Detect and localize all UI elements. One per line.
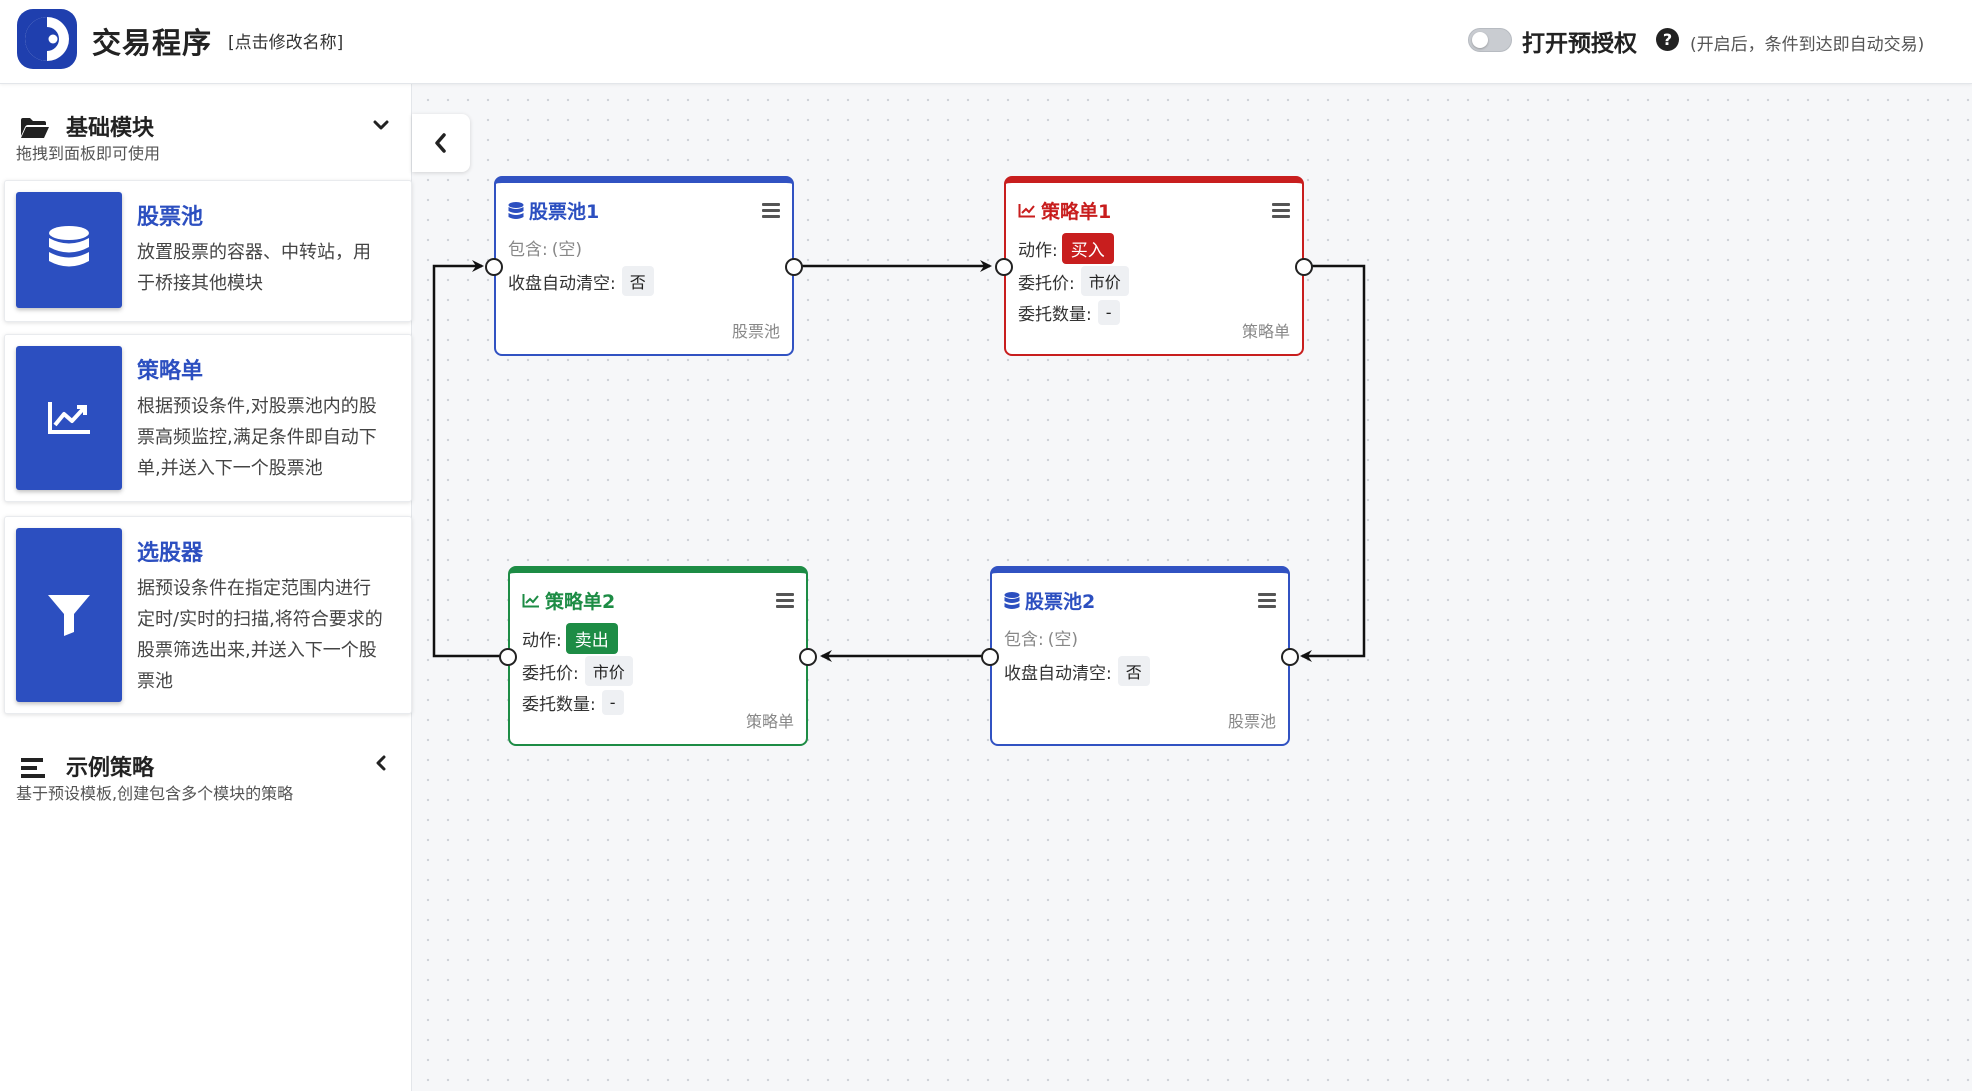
app-header: 交易程序 [点击修改名称] 打开预授权 ? (开启后，条件到达即自动交易)	[0, 0, 1972, 84]
basic-modules-title: 基础模块	[66, 116, 155, 141]
node-menu-icon[interactable]	[1258, 593, 1276, 608]
action-buy-badge: 买入	[1061, 233, 1114, 264]
database-icon	[1004, 591, 1020, 609]
node-menu-icon[interactable]	[1272, 203, 1290, 218]
module-card-stock-screener[interactable]: 选股器 据预设条件在指定范围内进行定时/实时的扫描,将符合要求的股票筛选出来,并…	[4, 516, 412, 714]
filter-icon	[16, 528, 122, 702]
database-icon	[508, 201, 524, 219]
autoclear-value: 否	[1117, 656, 1150, 686]
card-description: 放置股票的容器、中转站，用于桥接其他模块	[137, 242, 371, 294]
output-port[interactable]	[799, 648, 817, 666]
quantity-label: 委托数量:	[522, 695, 596, 715]
action-sell-badge: 卖出	[565, 623, 618, 654]
app-logo-icon	[17, 9, 77, 69]
sidebar: 基础模块 拖拽到面板即可使用 股票池 放置股票的容器、中转站，用于桥接其他模块 …	[0, 84, 412, 1091]
basic-modules-subtitle: 拖拽到面板即可使用	[16, 144, 161, 163]
node-title: 策略单1	[1041, 201, 1112, 223]
input-port[interactable]	[995, 258, 1013, 276]
chart-line-icon	[1018, 204, 1035, 218]
example-strategies-subtitle: 基于预设模板,创建包含多个模块的策略	[16, 784, 294, 803]
example-strategies-title: 示例策略	[66, 756, 155, 781]
pre-authorization-toggle[interactable]	[1468, 28, 1512, 52]
action-label: 动作:	[1018, 241, 1058, 261]
card-description: 据预设条件在指定范围内进行定时/实时的扫描,将符合要求的股票筛选出来,并送入下一…	[137, 578, 383, 692]
output-port[interactable]	[785, 258, 803, 276]
node-title: 策略单2	[545, 591, 616, 613]
card-title: 股票池	[137, 205, 204, 230]
card-title: 选股器	[137, 541, 204, 566]
output-port[interactable]	[1281, 648, 1299, 666]
autoclear-value: 否	[621, 266, 654, 296]
node-menu-icon[interactable]	[762, 203, 780, 218]
input-port[interactable]	[981, 648, 999, 666]
node-title: 股票池1	[529, 201, 600, 223]
help-icon[interactable]: ?	[1656, 28, 1679, 51]
collapse-sidebar-button[interactable]	[412, 114, 470, 172]
node-title: 股票池2	[1025, 591, 1096, 613]
contains-value: (空)	[551, 240, 582, 260]
input-port[interactable]	[485, 258, 503, 276]
action-label: 动作:	[522, 631, 562, 651]
price-value: 市价	[1080, 266, 1129, 296]
card-description: 根据预设条件,对股票池内的股票高频监控,满足条件即自动下单,并送入下一个股票池	[137, 396, 377, 479]
database-icon	[16, 192, 122, 308]
contains-value: (空)	[1047, 630, 1078, 650]
contains-label: 包含:	[1004, 630, 1044, 650]
price-label: 委托价:	[522, 663, 579, 684]
chevron-down-icon[interactable]	[372, 118, 390, 132]
chart-line-icon	[522, 594, 539, 608]
node-strategy-1[interactable]: 策略单1 动作: 买入 委托价: 市价 委托数量: - 策略单	[995, 176, 1313, 356]
rename-link[interactable]: [点击修改名称]	[228, 28, 343, 53]
output-port[interactable]	[1295, 258, 1313, 276]
chevron-left-icon	[435, 133, 446, 153]
quantity-label: 委托数量:	[1018, 305, 1092, 325]
node-strategy-2[interactable]: 策略单2 动作: 卖出 委托价: 市价 委托数量: - 策略单	[499, 566, 817, 746]
contains-label: 包含:	[508, 240, 548, 260]
chevron-left-icon[interactable]	[374, 754, 388, 772]
quantity-value: -	[601, 690, 624, 715]
pre-authorization-note: (开启后，条件到达即自动交易)	[1690, 35, 1925, 55]
autoclear-label: 收盘自动清空:	[1004, 663, 1112, 684]
list-icon	[21, 758, 45, 778]
node-stock-pool-2[interactable]: 股票池2 包含: (空) 收盘自动清空: 否 股票池	[981, 566, 1299, 746]
app-title: 交易程序	[92, 26, 213, 60]
module-card-stock-pool[interactable]: 股票池 放置股票的容器、中转站，用于桥接其他模块	[4, 180, 412, 322]
pre-authorization-label: 打开预授权	[1522, 31, 1637, 57]
price-value: 市价	[584, 656, 633, 686]
node-type-label: 股票池	[1227, 712, 1276, 731]
input-port[interactable]	[499, 648, 517, 666]
chart-line-icon	[16, 346, 122, 490]
node-type-label: 策略单	[745, 712, 794, 731]
node-menu-icon[interactable]	[776, 593, 794, 608]
node-type-label: 策略单	[1241, 322, 1290, 341]
price-label: 委托价:	[1018, 273, 1075, 294]
module-card-strategy[interactable]: 策略单 根据预设条件,对股票池内的股票高频监控,满足条件即自动下单,并送入下一个…	[4, 334, 412, 502]
card-title: 策略单	[137, 359, 204, 384]
autoclear-label: 收盘自动清空:	[508, 273, 616, 294]
folder-open-icon	[21, 118, 49, 138]
quantity-value: -	[1097, 300, 1120, 325]
node-stock-pool-1[interactable]: 股票池1 包含: (空) 收盘自动清空: 否 股票池	[485, 176, 803, 356]
node-type-label: 股票池	[731, 322, 780, 341]
